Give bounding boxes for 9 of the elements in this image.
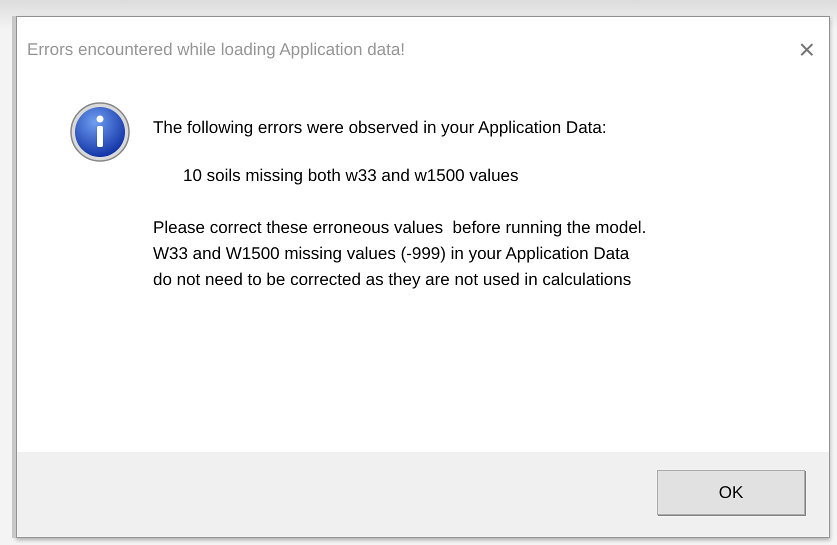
error-detail: 10 soils missing both w33 and w1500 values (182, 165, 520, 187)
message-text: do not need to be corrected as they are not used in calculations (153, 269, 632, 291)
message-heading: The following errors were observed in your Application Data: (153, 117, 608, 139)
ok-button[interactable]: OK (657, 470, 805, 515)
message-text: W33 and W1500 missing values (-999) in your Application Data (153, 243, 630, 265)
info-icon (69, 101, 131, 163)
message-text: Please correct these erroneous values before running the model. (153, 217, 648, 239)
window-title: Errors encountered while loading Application data! (27, 40, 406, 60)
close-button[interactable]: × (798, 36, 815, 64)
